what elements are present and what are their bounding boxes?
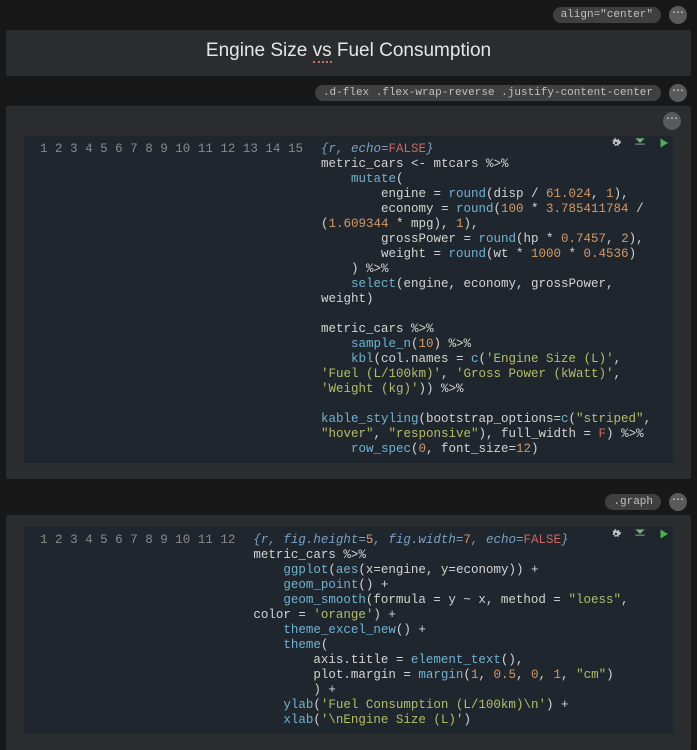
gear-icon[interactable] [609,527,623,541]
code-editor-2[interactable]: 1 2 3 4 5 6 7 8 9 10 11 12 {r, fig.heigh… [24,527,673,734]
align-tag[interactable]: align="center" [553,7,661,23]
run-chunk-icon[interactable] [657,136,671,150]
block1-panel-menu[interactable]: ⋯ [663,112,681,130]
page-title: Engine Size vs Fuel Consumption [6,40,691,62]
code-editor-1[interactable]: 1 2 3 4 5 6 7 8 9 10 11 12 13 14 15 {r, … [24,136,673,463]
block2-section-menu[interactable]: ⋯ [669,493,687,511]
title-toolbar: align="center" ⋯ [0,0,697,30]
code-panel-1: ⋯ 1 2 3 4 5 6 7 8 9 10 11 12 13 14 15 {r… [6,106,691,479]
run-chunk-icon[interactable] [657,527,671,541]
run-above-icon[interactable] [633,527,647,541]
block1-code-toolbar [609,136,671,150]
block2-section-bar: .graph ⋯ [0,489,697,515]
line-gutter: 1 2 3 4 5 6 7 8 9 10 11 12 13 14 15 [24,136,313,463]
block1-tag[interactable]: .d-flex .flex-wrap-reverse .justify-cont… [315,85,661,101]
code-panel-2: 1 2 3 4 5 6 7 8 9 10 11 12 {r, fig.heigh… [6,515,691,750]
block2-tag[interactable]: .graph [605,494,661,510]
code-text-2[interactable]: {r, fig.height=5, fig.width=7, echo=FALS… [245,527,673,734]
block1-section-menu[interactable]: ⋯ [669,84,687,102]
gear-icon[interactable] [609,136,623,150]
block1-section-bar: .d-flex .flex-wrap-reverse .justify-cont… [0,80,697,106]
line-gutter: 1 2 3 4 5 6 7 8 9 10 11 12 [24,527,245,734]
run-above-icon[interactable] [633,136,647,150]
title-menu-button[interactable]: ⋯ [669,6,687,24]
block2-code-toolbar [609,527,671,541]
code-text-1[interactable]: {r, echo=FALSE} metric_cars <- mtcars %>… [313,136,673,463]
title-cell[interactable]: Engine Size vs Fuel Consumption [6,30,691,76]
